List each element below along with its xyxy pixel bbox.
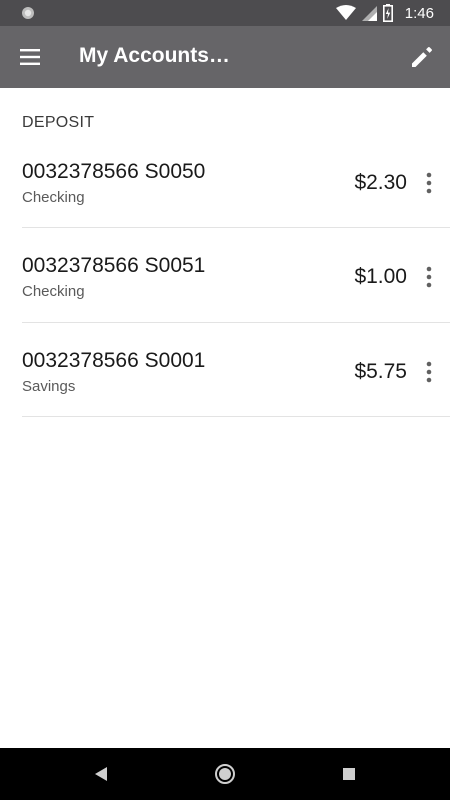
account-type: Checking bbox=[22, 189, 85, 206]
cell-signal-icon bbox=[361, 5, 377, 21]
pencil-edit-icon[interactable] bbox=[408, 43, 436, 71]
account-balance: $1.00 bbox=[354, 265, 407, 288]
app-bar: My Accounts… bbox=[0, 26, 450, 88]
system-nav-bar bbox=[0, 748, 450, 800]
account-balance: $2.30 bbox=[354, 171, 407, 194]
account-number: 0032378566 S0001 bbox=[22, 349, 206, 372]
screen: 1:46 My Accounts… DEPOSIT 0032378566 S00… bbox=[0, 0, 450, 800]
recents-icon[interactable] bbox=[336, 761, 362, 787]
account-number: 0032378566 S0050 bbox=[22, 160, 206, 183]
account-balance: $5.75 bbox=[354, 360, 407, 383]
account-row[interactable]: 0032378566 S0050 Checking $2.30 bbox=[22, 160, 450, 254]
battery-charging-icon bbox=[382, 4, 393, 22]
account-row[interactable]: 0032378566 S0051 Checking $1.00 bbox=[22, 254, 450, 348]
divider bbox=[22, 227, 450, 228]
more-vert-icon[interactable] bbox=[419, 265, 439, 289]
home-icon[interactable] bbox=[212, 761, 238, 787]
account-type: Checking bbox=[22, 283, 85, 300]
status-time: 1:46 bbox=[404, 4, 434, 22]
account-row[interactable]: 0032378566 S0001 Savings $5.75 bbox=[22, 349, 450, 443]
back-icon[interactable] bbox=[88, 761, 114, 787]
more-vert-icon[interactable] bbox=[419, 171, 439, 195]
circle-notification-icon bbox=[22, 7, 34, 19]
more-vert-icon[interactable] bbox=[419, 360, 439, 384]
section-header-deposit: DEPOSIT bbox=[22, 114, 95, 131]
divider bbox=[22, 416, 450, 417]
page-title: My Accounts… bbox=[79, 44, 230, 67]
account-number: 0032378566 S0051 bbox=[22, 254, 206, 277]
wifi-icon bbox=[335, 5, 356, 20]
account-type: Savings bbox=[22, 378, 76, 395]
hamburger-menu-icon[interactable] bbox=[16, 43, 44, 71]
status-icons: 1:46 bbox=[335, 0, 434, 26]
status-bar: 1:46 bbox=[0, 0, 450, 26]
divider bbox=[22, 322, 450, 323]
